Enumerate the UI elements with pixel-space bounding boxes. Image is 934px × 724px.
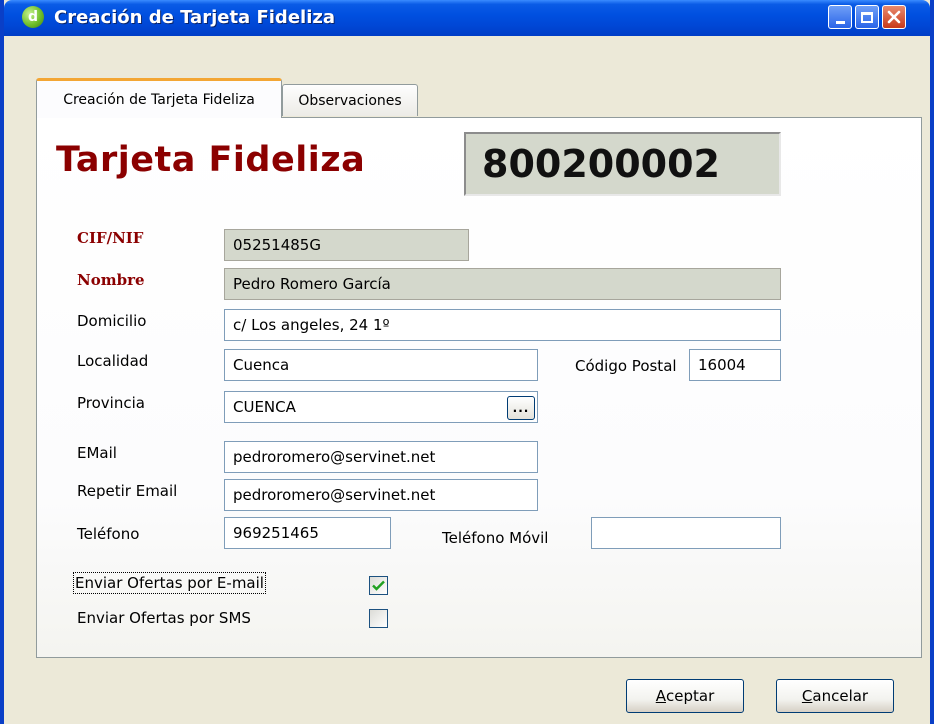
repetir-email-label: Repetir Email: [77, 482, 178, 500]
repetir-email-field[interactable]: pedroromero@servinet.net: [224, 479, 538, 511]
ofertas-sms-label[interactable]: Enviar Ofertas por SMS: [77, 609, 251, 627]
close-icon: [887, 10, 901, 24]
domicilio-label: Domicilio: [77, 312, 147, 330]
cancelar-button[interactable]: Cancelar: [776, 679, 894, 713]
aceptar-label: ceptar: [666, 687, 715, 705]
cancelar-label: ancelar: [812, 687, 869, 705]
tab-observaciones[interactable]: Observaciones: [282, 84, 418, 116]
checkmark-icon: [372, 580, 385, 591]
maximize-icon: [861, 11, 873, 23]
card-heading: Tarjeta Fideliza: [56, 140, 366, 180]
card-number-display: 800200002: [464, 132, 781, 196]
ofertas-email-checkbox[interactable]: [369, 576, 388, 595]
codigo-postal-label: Código Postal: [575, 357, 677, 375]
localidad-field[interactable]: Cuenca: [224, 349, 538, 381]
title-bar[interactable]: d Creación de Tarjeta Fideliza: [4, 0, 930, 36]
cif-field[interactable]: 05251485G: [224, 229, 469, 261]
nombre-label: Nombre: [77, 271, 145, 289]
cif-label: CIF/NIF: [77, 229, 144, 247]
tab-creacion-tarjeta[interactable]: Creación de Tarjeta Fideliza: [36, 78, 282, 118]
localidad-label: Localidad: [77, 352, 149, 370]
ofertas-sms-checkbox[interactable]: [369, 609, 388, 628]
aceptar-mnemonic: A: [655, 687, 666, 705]
provincia-label: Provincia: [77, 394, 145, 412]
nombre-field[interactable]: Pedro Romero García: [224, 268, 781, 300]
close-button[interactable]: [882, 5, 906, 29]
telefono-label: Teléfono: [77, 525, 140, 543]
app-icon: d: [22, 6, 44, 28]
minimize-button[interactable]: [828, 5, 852, 29]
dialog-window: d Creación de Tarjeta Fideliza Creación …: [0, 0, 934, 724]
maximize-button[interactable]: [855, 5, 879, 29]
codigo-postal-field[interactable]: 16004: [689, 349, 781, 381]
email-field[interactable]: pedroromero@servinet.net: [224, 441, 538, 473]
provincia-browse-button[interactable]: ...: [507, 396, 535, 420]
cancelar-mnemonic: C: [801, 687, 813, 705]
domicilio-field[interactable]: c/ Los angeles, 24 1º: [224, 309, 781, 341]
minimize-icon: [835, 20, 845, 24]
aceptar-button[interactable]: Aceptar: [626, 679, 744, 713]
app-icon-letter: d: [27, 9, 39, 25]
telefono-movil-label: Teléfono Móvil: [442, 529, 549, 547]
telefono-movil-field[interactable]: [591, 517, 781, 549]
email-label: EMail: [77, 444, 117, 462]
provincia-field[interactable]: CUENCA: [224, 391, 538, 423]
telefono-field[interactable]: 969251465: [224, 517, 391, 549]
window-title: Creación de Tarjeta Fideliza: [54, 7, 335, 28]
ofertas-email-label[interactable]: Enviar Ofertas por E-mail: [73, 572, 266, 594]
